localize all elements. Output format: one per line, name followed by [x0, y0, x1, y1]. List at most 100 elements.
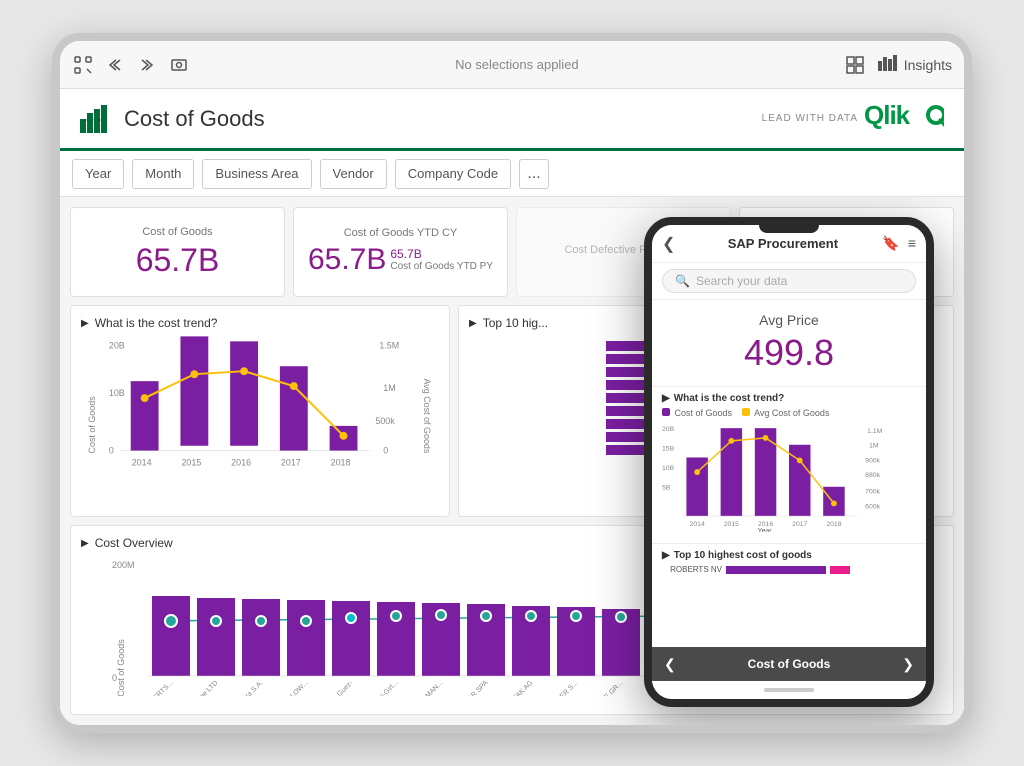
svg-text:200M: 200M: [112, 560, 135, 570]
svg-text:20B: 20B: [109, 340, 125, 350]
smart-search-icon[interactable]: [844, 54, 866, 76]
screenshot-icon[interactable]: [168, 54, 190, 76]
svg-text:2017: 2017: [792, 521, 807, 528]
qlik-brand: LEAD WITH DATA Qlik: [762, 100, 944, 137]
filter-vendor[interactable]: Vendor: [320, 159, 387, 189]
cost-trend-title: ▶ What is the cost trend?: [81, 316, 439, 330]
filter-business-area[interactable]: Business Area: [202, 159, 311, 189]
legend-bar-dot: [662, 408, 670, 416]
phone-menu-icon[interactable]: ≡: [908, 235, 916, 252]
phone-kpi-section: Avg Price 499.8: [652, 300, 926, 386]
phone-trend-arrow: ▶: [662, 393, 670, 404]
phone-legend: Cost of Goods Avg Cost of Goods: [662, 408, 916, 418]
top-toolbar: No selections applied Insights: [60, 41, 964, 89]
phone-app-name: SAP Procurement: [683, 236, 882, 251]
svg-text:ROBERTS...: ROBERTS...: [142, 680, 175, 696]
phone-inner: ❮ SAP Procurement 🔖 ≡ 🔍 Search your data: [652, 225, 926, 699]
tablet-device: No selections applied Insights: [52, 33, 972, 733]
svg-text:ILMAN...: ILMAN...: [420, 680, 444, 696]
qlik-logo: Qlik: [864, 100, 944, 137]
phone-trend-section: ▶ What is the cost trend? Cost of Goods …: [652, 386, 926, 543]
phone-search-placeholder: Search your data: [696, 274, 787, 288]
phone-search-bar[interactable]: 🔍 Search your data: [662, 269, 916, 293]
phone-bookmark-icon[interactable]: 🔖: [882, 235, 899, 252]
svg-text:aurge LTD: aurge LTD: [192, 680, 220, 696]
svg-text:10B: 10B: [662, 465, 675, 472]
phone-top10-title: ▶ Top 10 highest cost of goods: [662, 550, 916, 561]
phone-top10-bar1b: [830, 566, 850, 574]
dashboard: Cost of Goods 65.7B Cost of Goods YTD CY…: [60, 197, 964, 725]
kpi-ytd-sub: 65.7B 65.7B Cost of Goods YTD PY: [308, 243, 493, 277]
svg-text:700k: 700k: [865, 489, 880, 496]
overview-arrow-icon: ▶: [81, 538, 89, 549]
phone-home-bar: [764, 688, 814, 692]
svg-text:2018: 2018: [331, 458, 351, 468]
svg-text:2014: 2014: [132, 458, 152, 468]
back-icon[interactable]: [104, 54, 126, 76]
more-filters-button[interactable]: ...: [519, 159, 549, 189]
phone-home-indicator: [652, 681, 926, 699]
svg-text:Cost of Goods: Cost of Goods: [87, 396, 97, 454]
svg-text:Qlik: Qlik: [864, 100, 911, 130]
insights-label: Insights: [904, 57, 952, 73]
svg-text:Cost of Goods: Cost of Goods: [116, 639, 126, 696]
toolbar-icons: [72, 54, 190, 76]
svg-text:1M: 1M: [383, 383, 395, 393]
phone-kpi-label: Avg Price: [664, 312, 914, 328]
svg-text:Guez-: Guez-: [336, 679, 355, 696]
svg-text:Nazi-Girl...: Nazi-Girl...: [371, 680, 399, 696]
chart-arrow-icon: ▶: [81, 318, 89, 329]
phone-search-icon: 🔍: [675, 274, 690, 288]
svg-text:RGER S...: RGER S...: [551, 680, 579, 696]
kpi-ytd-sub-label: Cost of Goods YTD PY: [390, 261, 493, 272]
selection-status: No selections applied: [198, 57, 836, 72]
svg-text:10B: 10B: [109, 388, 125, 398]
svg-text:15B: 15B: [662, 446, 675, 453]
forward-icon[interactable]: [136, 54, 158, 76]
scan-icon[interactable]: [72, 54, 94, 76]
filter-company-code[interactable]: Company Code: [395, 159, 511, 189]
kpi-ytd-side: 65.7B Cost of Goods YTD PY: [390, 243, 493, 272]
svg-text:OKE GR...: OKE GR...: [596, 680, 624, 696]
svg-text:20B: 20B: [662, 426, 675, 433]
svg-text:BAR SPA: BAR SPA: [463, 679, 489, 696]
phone-prev-button[interactable]: ❮: [664, 656, 676, 673]
phone-trend-title: ▶ What is the cost trend?: [662, 393, 916, 404]
insights-icon: [878, 53, 898, 76]
insights-button[interactable]: Insights: [878, 53, 952, 76]
filter-year[interactable]: Year: [72, 159, 124, 189]
phone-search-area: 🔍 Search your data: [652, 263, 926, 300]
kpi-ytd-sub-val: 65.7B: [390, 247, 493, 261]
top10-arrow-icon: ▶: [469, 318, 477, 329]
phone-top10-label1: ROBERTS NV: [662, 565, 722, 574]
kpi-cost-of-goods: Cost of Goods 65.7B: [70, 207, 285, 297]
phone-bottom-title: Cost of Goods: [676, 657, 903, 671]
app-logo-icon: [80, 103, 112, 135]
tablet-side-button: [52, 201, 54, 241]
phone-next-button[interactable]: ❯: [902, 656, 914, 673]
svg-text:600k: 600k: [865, 503, 880, 510]
phone-header-icons: 🔖 ≡: [882, 235, 916, 252]
svg-text:2016: 2016: [231, 458, 251, 468]
svg-text:2014: 2014: [690, 521, 705, 528]
app-header: Cost of Goods LEAD WITH DATA Qlik: [60, 89, 964, 151]
phone-trend-svg: 20B 15B 10B 5B 1.1M 1M 900k 880k 700k 60…: [662, 422, 916, 532]
phone-legend-line: Avg Cost of Goods: [742, 408, 829, 418]
kpi-ytd-cy: Cost of Goods YTD CY 65.7B 65.7B Cost of…: [293, 207, 508, 297]
phone-top10-section: ▶ Top 10 highest cost of goods ROBERTS N…: [652, 543, 926, 647]
phone-device: ❮ SAP Procurement 🔖 ≡ 🔍 Search your data: [644, 217, 934, 707]
svg-text:900k: 900k: [865, 457, 880, 464]
filter-bar: Year Month Business Area Vendor Company …: [60, 151, 964, 197]
svg-text:0: 0: [109, 446, 114, 456]
phone-back-button[interactable]: ❮: [662, 234, 675, 254]
kpi-cost-goods-label: Cost of Goods: [142, 226, 212, 238]
svg-text:2015: 2015: [181, 458, 201, 468]
svg-text:0: 0: [383, 446, 388, 456]
toolbar-right: Insights: [844, 53, 952, 76]
filter-month[interactable]: Month: [132, 159, 194, 189]
phone-top10-bar1: [726, 566, 826, 574]
svg-text:500k: 500k: [375, 416, 395, 426]
lead-with-data-text: LEAD WITH DATA: [762, 113, 858, 124]
phone-bottombar: ❮ Cost of Goods ❯: [652, 647, 926, 681]
cost-trend-svg-container: 20B 10B 0 1.5M 1M 500k 0 Cost of Goods A…: [81, 336, 439, 506]
